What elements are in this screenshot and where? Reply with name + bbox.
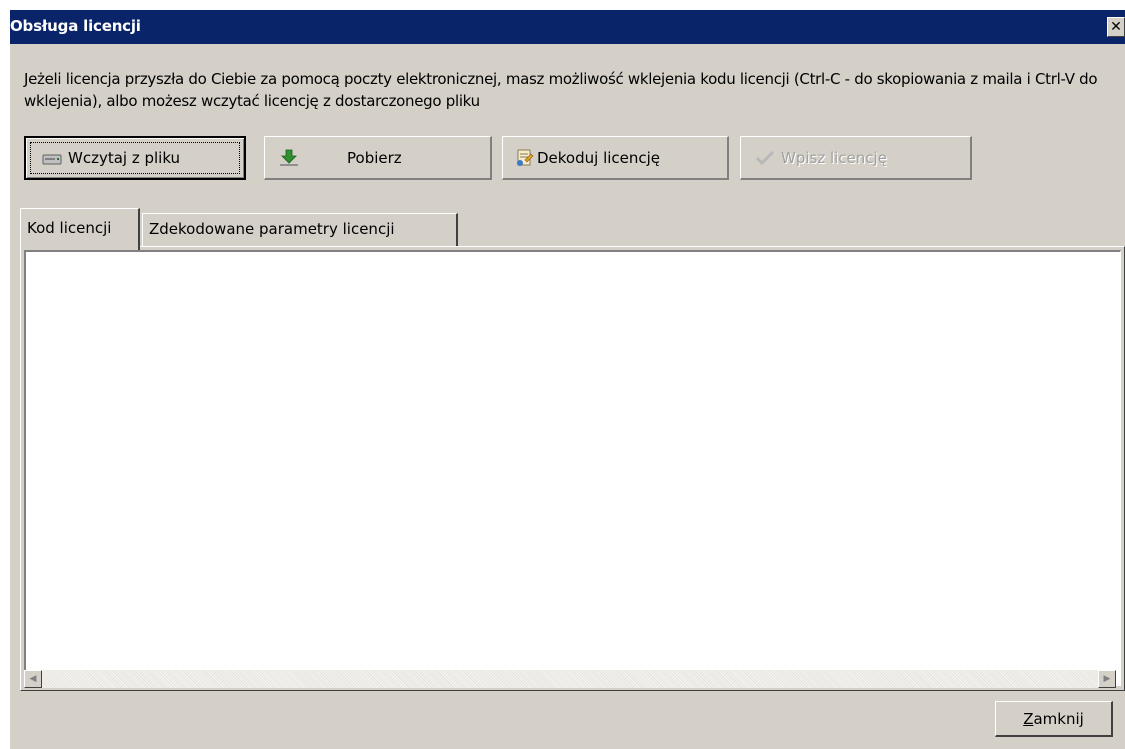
download-button[interactable]: Pobierz [264, 136, 492, 180]
window-title: Obsługa licencji [10, 17, 141, 35]
apply-license-button[interactable]: Wpisz licencję [740, 136, 972, 180]
license-code-textarea[interactable] [24, 250, 1121, 686]
close-button[interactable]: Zamknij [995, 701, 1113, 737]
scroll-right-icon[interactable]: ▶ [1098, 670, 1116, 688]
scroll-left-icon[interactable]: ◀ [24, 670, 42, 688]
close-label: amknij [1033, 709, 1084, 728]
license-dialog: Obsługa licencji ✕ Jeżeli licencja przys… [10, 10, 1125, 749]
decode-license-label: Dekoduj licencję [537, 148, 661, 167]
close-mnemonic: Z [1023, 709, 1034, 728]
tab-panel: ◀ ▶ [20, 246, 1125, 691]
decode-license-button[interactable]: Dekoduj licencję [502, 136, 729, 180]
load-from-file-button[interactable]: Wczytaj z pliku [24, 136, 246, 180]
tab-license-code-label: Kod licencji [27, 219, 112, 237]
horizontal-scrollbar[interactable]: ◀ ▶ [24, 670, 1116, 688]
tab-decoded-parameters[interactable]: Zdekodowane parametry licencji [142, 213, 458, 247]
checkmark-icon [755, 149, 775, 167]
download-label: Pobierz [347, 148, 402, 167]
decode-license-icon [515, 149, 535, 167]
instructions-text: Jeżeli licencja przyszła do Ciebie za po… [24, 70, 1098, 110]
download-arrow-icon [279, 149, 299, 167]
close-icon[interactable]: ✕ [1107, 17, 1125, 37]
title-bar[interactable]: Obsługa licencji ✕ [10, 10, 1125, 44]
tab-license-code[interactable]: Kod licencji [20, 208, 140, 250]
apply-license-label: Wpisz licencję [781, 148, 887, 167]
tab-decoded-parameters-label: Zdekodowane parametry licencji [149, 220, 395, 238]
drive-icon [42, 149, 62, 167]
